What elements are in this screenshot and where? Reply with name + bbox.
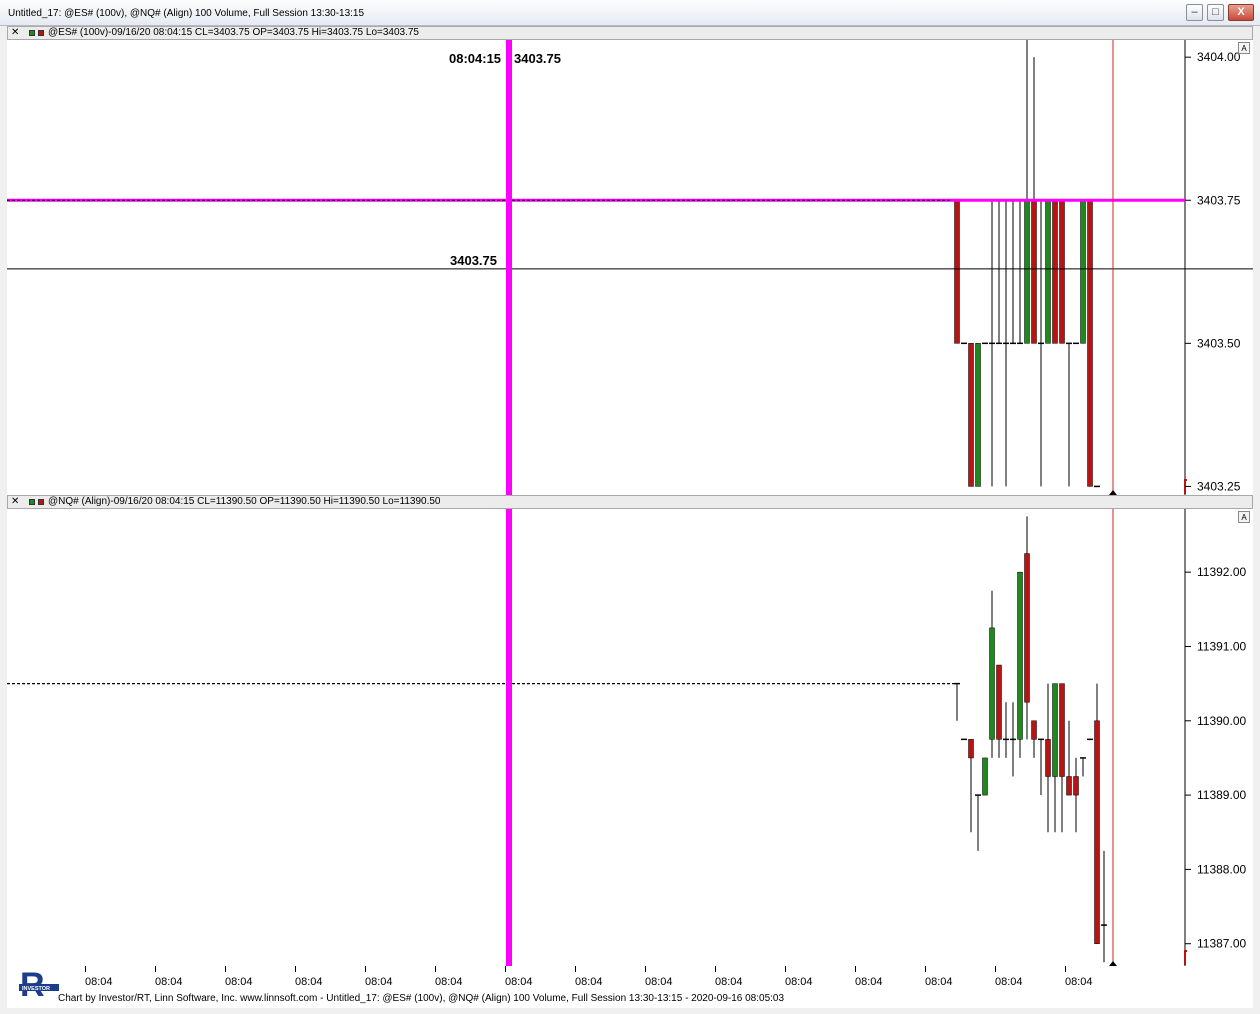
nq-ytick-label: 11390.00 xyxy=(1197,714,1246,728)
xtick-label: 08:04 xyxy=(85,976,113,988)
es-ytick-label: 3403.75 xyxy=(1197,193,1241,207)
close-button[interactable]: X xyxy=(1228,4,1254,21)
xtick-label: 08:04 xyxy=(225,976,253,988)
up-color-swatch xyxy=(29,499,35,505)
nq-candle-body xyxy=(1031,720,1037,740)
xtick-label: 08:04 xyxy=(785,976,813,988)
xtick-label: 08:04 xyxy=(925,976,953,988)
nq-pane-title: @NQ# (Align)-09/16/20 08:04:15 CL=11390.… xyxy=(48,496,441,507)
nq-ytick-label: 11391.00 xyxy=(1197,639,1246,653)
nq-candle-body xyxy=(968,739,974,759)
nq-ytick-label: 11392.00 xyxy=(1197,565,1246,579)
svg-text:INVESTOR: INVESTOR xyxy=(22,986,50,992)
xtick-label: 08:04 xyxy=(1065,976,1093,988)
chart-credit: Chart by Investor/RT, Linn Software, Inc… xyxy=(58,993,785,1004)
xtick-label: 08:04 xyxy=(295,976,323,988)
cursor-price-label-mid: 3403.75 xyxy=(450,253,497,268)
nq-candle-body xyxy=(989,627,995,740)
es-chart-pane[interactable]: 3404.00 3403.75 3403.50 3403.25 08:04:15 34… xyxy=(7,40,1253,495)
window-title: Untitled_17: @ES# (100v), @NQ# (Align) 1… xyxy=(8,8,365,19)
xtick-label: 08:04 xyxy=(995,976,1023,988)
window-titlebar: Untitled_17: @ES# (100v), @NQ# (Align) 1… xyxy=(0,0,1260,26)
xtick-label: 08:04 xyxy=(365,976,393,988)
nq-ytick-label: 11387.00 xyxy=(1197,937,1246,951)
es-candle-body xyxy=(1052,200,1058,344)
xtick-label: 08:04 xyxy=(645,976,673,988)
nq-candle-body xyxy=(982,757,988,796)
xtick-mark xyxy=(645,966,646,972)
xtick-mark xyxy=(715,966,716,972)
xtick-mark xyxy=(1065,966,1066,972)
nq-candle-body xyxy=(996,664,1002,740)
xtick-mark xyxy=(365,966,366,972)
xtick-mark xyxy=(925,966,926,972)
xtick-label: 08:04 xyxy=(575,976,603,988)
es-price-axis xyxy=(1185,40,1253,495)
nq-ytick-label: 11388.00 xyxy=(1197,862,1246,876)
xtick-label: 08:04 xyxy=(435,976,463,988)
xtick-mark xyxy=(995,966,996,972)
xtick-mark xyxy=(225,966,226,972)
nq-candle-body xyxy=(1045,739,1051,777)
nq-autoscale-button[interactable]: A xyxy=(1238,511,1250,523)
close-pane-icon[interactable]: ✕ xyxy=(11,496,19,508)
nq-candle-body xyxy=(1073,776,1079,796)
es-pane-title: @ES# (100v)-09/16/20 08:04:15 CL=3403.75… xyxy=(48,27,419,38)
close-pane-icon[interactable]: ✕ xyxy=(11,27,19,39)
es-candle-body xyxy=(1059,200,1065,344)
es-candle-body xyxy=(975,343,981,487)
nq-crosshair-vertical xyxy=(506,509,512,966)
es-autoscale-button[interactable]: A xyxy=(1238,42,1250,54)
xtick-label: 08:04 xyxy=(505,976,533,988)
nq-ytick-label: 11389.00 xyxy=(1197,788,1246,802)
es-candle-body xyxy=(954,200,960,344)
xtick-mark xyxy=(855,966,856,972)
up-color-swatch xyxy=(29,30,35,36)
nq-candle-body xyxy=(1066,776,1072,796)
minimize-button[interactable]: – xyxy=(1186,4,1203,21)
xtick-mark xyxy=(85,966,86,972)
xtick-mark xyxy=(785,966,786,972)
nq-chart-pane[interactable]: 11392.00 11391.00 11390.00 11389.00 11388.00… xyxy=(7,509,1253,966)
es-ytick-label: 3403.50 xyxy=(1197,336,1241,350)
nq-candle-body xyxy=(1059,683,1065,777)
es-candle-body xyxy=(1080,200,1086,344)
es-pane-header: ✕ @ES# (100v)-09/16/20 08:04:15 CL=3403.… xyxy=(7,26,1253,40)
xtick-mark xyxy=(295,966,296,972)
time-axis-footer: R INVESTOR 08:04 08:04 08:04 08:04 08:04 08:0… xyxy=(7,966,1253,1008)
es-plot-area xyxy=(7,40,1185,495)
xtick-mark xyxy=(575,966,576,972)
es-ytick-label: 3404.00 xyxy=(1197,50,1241,64)
xtick-mark xyxy=(435,966,436,972)
es-candle-body xyxy=(1087,200,1093,487)
nq-candle-body xyxy=(1094,720,1100,944)
xtick-mark xyxy=(505,966,506,972)
nq-candle-body xyxy=(1024,553,1030,703)
es-ytick-label: 3403.25 xyxy=(1197,479,1241,493)
nq-candle-body xyxy=(1052,683,1058,777)
es-candle-body xyxy=(1031,200,1037,344)
nq-plot-area xyxy=(7,509,1185,966)
es-candle-body xyxy=(968,343,974,487)
nq-pane-header: ✕ @NQ# (Align)-09/16/20 08:04:15 CL=1139… xyxy=(7,495,1253,509)
es-candle-body xyxy=(1045,200,1051,344)
down-color-swatch xyxy=(38,499,44,505)
es-crosshair-vertical xyxy=(506,40,512,495)
down-color-swatch xyxy=(38,30,44,36)
xtick-label: 08:04 xyxy=(855,976,883,988)
nq-candle-body xyxy=(1017,571,1023,740)
xtick-mark xyxy=(155,966,156,972)
cursor-price-label-top: 3403.75 xyxy=(514,51,561,66)
investor-rt-logo: R INVESTOR xyxy=(19,966,59,1004)
cursor-time-label: 08:04:15 xyxy=(449,51,501,66)
maximize-button[interactable]: □ xyxy=(1207,4,1224,21)
xtick-label: 08:04 xyxy=(715,976,743,988)
xtick-label: 08:04 xyxy=(155,976,183,988)
es-candle-body xyxy=(1024,200,1030,344)
